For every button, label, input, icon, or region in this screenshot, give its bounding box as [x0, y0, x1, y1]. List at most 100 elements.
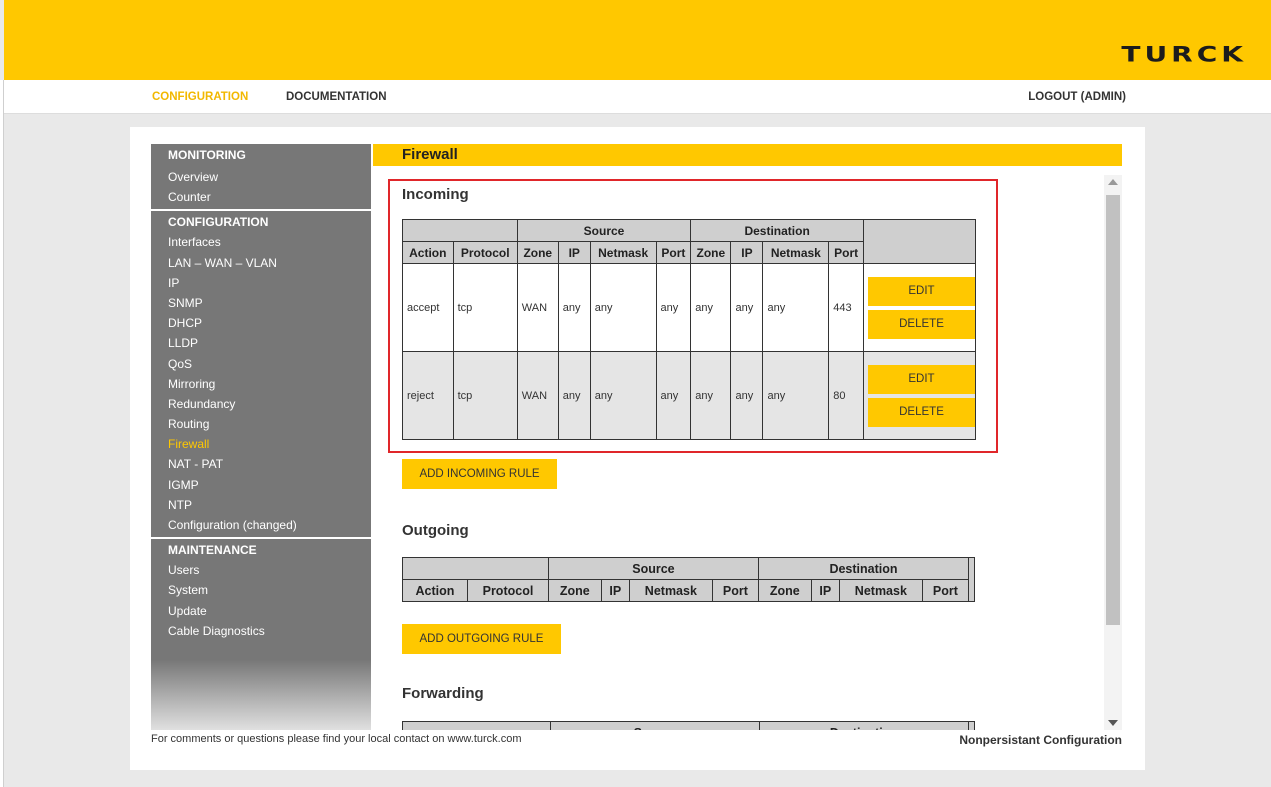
sidebar-item-configuration-changed[interactable]: Configuration (changed)	[151, 515, 371, 535]
nav-configuration[interactable]: CONFIGURATION	[152, 91, 248, 103]
table-row: reject tcp WAN any any any any any any 8…	[402, 351, 976, 440]
top-nav: CONFIGURATION DOCUMENTATION LOGOUT (ADMI…	[4, 80, 1271, 114]
sidebar-item-dhcp[interactable]: DHCP	[151, 313, 371, 333]
cell-src-netmask: any	[589, 263, 657, 352]
sidebar-item-lan-wan-vlan[interactable]: LAN – WAN – VLAN	[151, 253, 371, 273]
sidebar-item-counter[interactable]: Counter	[151, 187, 371, 207]
cell-actions: EDIT DELETE	[863, 263, 976, 352]
forwarding-table: Source Destination	[402, 721, 976, 730]
sidebar-item-snmp[interactable]: SNMP	[151, 293, 371, 313]
col-src-ip: IP	[600, 579, 630, 602]
sidebar-item-ntp[interactable]: NTP	[151, 495, 371, 515]
cell-src-zone: WAN	[516, 351, 559, 440]
cell-src-ip: any	[557, 351, 591, 440]
sidebar-item-mirroring[interactable]: Mirroring	[151, 374, 371, 394]
header-destination: Destination	[690, 219, 864, 242]
cell-src-port: any	[655, 263, 692, 352]
header-source: Source	[516, 219, 692, 242]
col-dst-netmask: Netmask	[838, 579, 923, 602]
edit-button[interactable]: EDIT	[868, 364, 975, 394]
col-dst-ip: IP	[730, 241, 764, 264]
col-dst-port: Port	[921, 579, 970, 602]
sidebar-item-igmp[interactable]: IGMP	[151, 475, 371, 495]
outgoing-title: Outgoing	[402, 522, 469, 539]
cell-actions: EDIT DELETE	[863, 351, 976, 440]
col-src-ip: IP	[557, 241, 591, 264]
footer-contact: For comments or questions please find yo…	[151, 733, 522, 745]
header-cell-empty	[402, 219, 518, 242]
sidebar-item-qos[interactable]: QoS	[151, 354, 371, 374]
nav-documentation[interactable]: DOCUMENTATION	[286, 91, 387, 103]
delete-button[interactable]: DELETE	[868, 397, 975, 427]
add-outgoing-rule-button[interactable]: ADD OUTGOING RULE	[402, 624, 561, 654]
sidebar-section-maintenance: MAINTENANCE	[151, 537, 371, 560]
sidebar-item-firewall[interactable]: Firewall	[151, 434, 371, 454]
cell-dst-netmask: any	[762, 263, 830, 352]
incoming-table: Source Destination Action Protocol Zone …	[402, 219, 976, 440]
incoming-title: Incoming	[402, 186, 469, 203]
add-incoming-rule-button[interactable]: ADD INCOMING RULE	[402, 459, 557, 489]
sidebar-section-configuration: CONFIGURATION	[151, 209, 371, 232]
turck-logo: TURCK	[1121, 42, 1247, 67]
col-src-netmask: Netmask	[628, 579, 713, 602]
cell-dst-zone: any	[690, 351, 732, 440]
cell-dst-port: 80	[828, 351, 864, 440]
header-actions	[967, 721, 976, 730]
cell-src-netmask: any	[589, 351, 657, 440]
col-action: Action	[402, 241, 454, 264]
header-bar: TURCK	[4, 0, 1271, 80]
page-title-bar: Firewall	[373, 144, 1122, 166]
sidebar-item-cable-diagnostics[interactable]: Cable Diagnostics	[151, 621, 371, 641]
col-src-port: Port	[655, 241, 692, 264]
header-cell-empty	[402, 721, 551, 730]
cell-action: reject	[402, 351, 454, 440]
cell-protocol: tcp	[452, 351, 518, 440]
scroll-thumb[interactable]	[1106, 195, 1120, 625]
header-source: Source	[549, 721, 760, 730]
sidebar-item-nat-pat[interactable]: NAT - PAT	[151, 454, 371, 474]
delete-button[interactable]: DELETE	[868, 309, 975, 339]
sidebar-item-ip[interactable]: IP	[151, 273, 371, 293]
sidebar-item-update[interactable]: Update	[151, 601, 371, 621]
col-dst-port: Port	[828, 241, 864, 264]
table-row: accept tcp WAN any any any any any any 4…	[402, 263, 976, 352]
sidebar-item-routing[interactable]: Routing	[151, 414, 371, 434]
outgoing-table: Source Destination Action Protocol Zone …	[402, 557, 975, 602]
sidebar-section-monitoring: MONITORING	[168, 148, 246, 162]
cell-dst-ip: any	[730, 351, 764, 440]
vertical-scrollbar[interactable]	[1104, 175, 1122, 730]
header-source: Source	[547, 557, 759, 580]
header-actions	[863, 219, 976, 264]
header-actions	[968, 557, 975, 602]
col-dst-netmask: Netmask	[762, 241, 830, 264]
header-destination: Destination	[757, 557, 970, 580]
sidebar-item-redundancy[interactable]: Redundancy	[151, 394, 371, 414]
header-cell-empty	[402, 557, 549, 580]
window-edge	[0, 80, 4, 787]
cell-src-port: any	[655, 351, 692, 440]
col-dst-zone: Zone	[757, 579, 812, 602]
sidebar-item-overview[interactable]: Overview	[151, 167, 371, 187]
sidebar-item-users[interactable]: Users	[151, 560, 371, 580]
col-src-zone: Zone	[547, 579, 602, 602]
scroll-down-arrow-icon[interactable]	[1108, 720, 1118, 726]
sidebar-item-interfaces[interactable]: Interfaces	[151, 232, 371, 252]
scroll-up-arrow-icon[interactable]	[1108, 179, 1118, 185]
cell-protocol: tcp	[452, 263, 518, 352]
header-destination: Destination	[758, 721, 969, 730]
logout-link[interactable]: LOGOUT (ADMIN)	[1028, 91, 1126, 103]
col-src-zone: Zone	[516, 241, 559, 264]
col-protocol: Protocol	[466, 579, 549, 602]
cell-src-zone: WAN	[516, 263, 559, 352]
sidebar-item-system[interactable]: System	[151, 580, 371, 600]
footer-config-status: Nonpersistant Configuration	[959, 733, 1122, 747]
forwarding-title: Forwarding	[402, 685, 484, 702]
col-protocol: Protocol	[452, 241, 518, 264]
sidebar: MONITORING Overview Counter CONFIGURATIO…	[151, 144, 371, 730]
cell-src-ip: any	[557, 263, 591, 352]
edit-button[interactable]: EDIT	[868, 276, 975, 306]
col-src-port: Port	[711, 579, 759, 602]
cell-dst-ip: any	[730, 263, 764, 352]
cell-dst-zone: any	[690, 263, 732, 352]
sidebar-item-lldp[interactable]: LLDP	[151, 333, 371, 353]
